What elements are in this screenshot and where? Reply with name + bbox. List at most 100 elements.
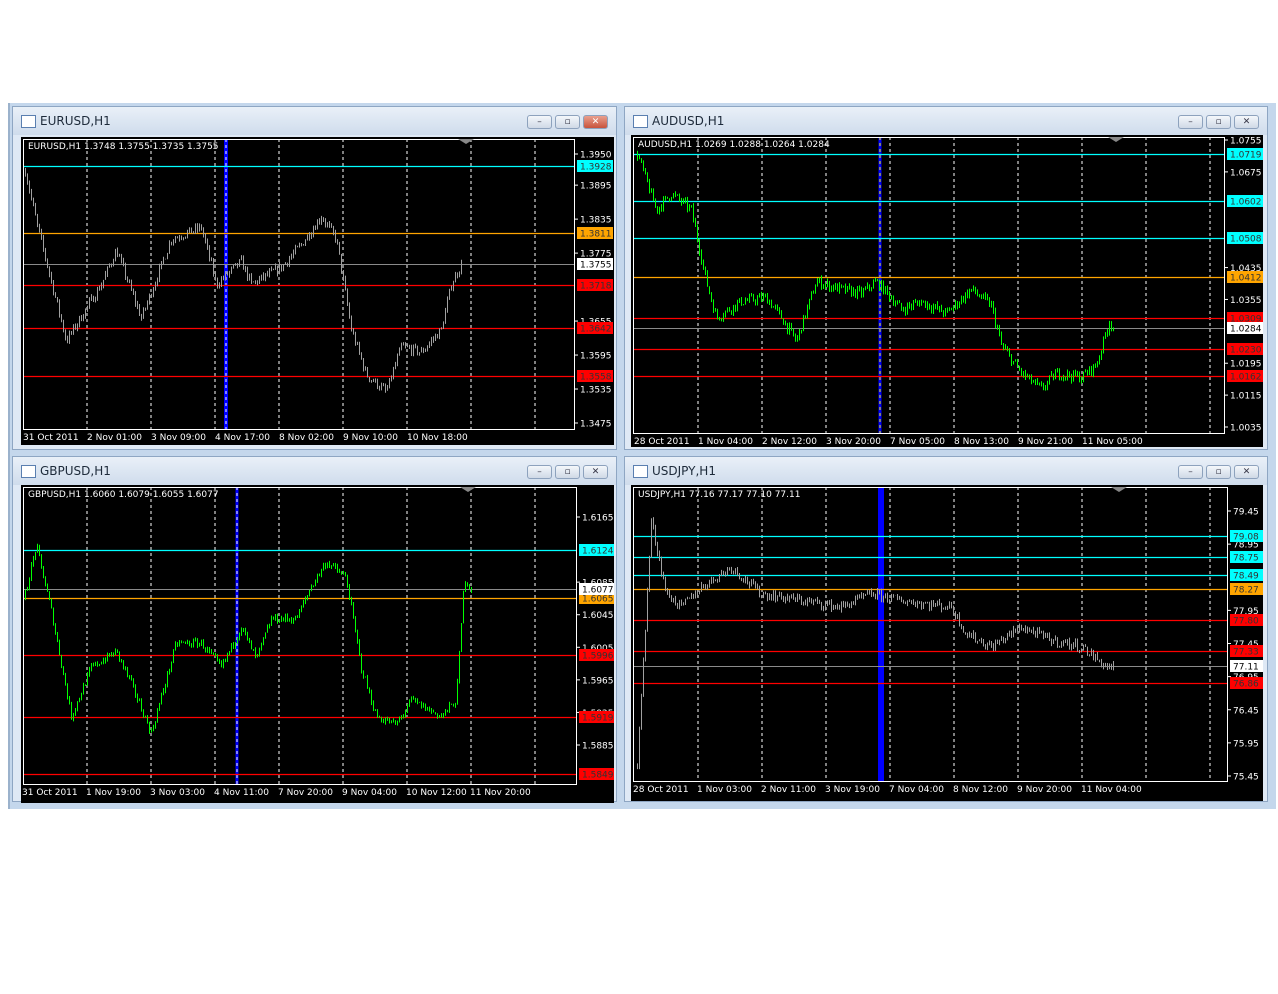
ohlc-info-label: USDJPY,H1 77.16 77.17 77.10 77.11 <box>638 490 800 500</box>
time-axis-label: 28 Oct 2011 <box>633 785 689 795</box>
chart-window-eurusd[interactable]: EURUSD,H1 – ▫ ✕ EURUSD,H1 1.3748 1.3755 1… <box>12 106 617 450</box>
level-price-tag: 77.33 <box>1233 648 1259 658</box>
time-axis-label: 3 Nov 19:00 <box>825 785 880 795</box>
window-title: USDJPY,H1 <box>652 464 716 478</box>
level-price-tag: 1.0602 <box>1230 198 1262 208</box>
chart-window-gbpusd[interactable]: GBPUSD,H1 – ▫ ✕ GBPUSD,H1 1.6060 1.6079 1… <box>12 456 617 803</box>
title-bar[interactable]: GBPUSD,H1 – ▫ ✕ <box>13 457 616 485</box>
time-axis-label: 11 Nov 04:00 <box>1081 785 1142 795</box>
chart-window-icon <box>21 115 36 128</box>
plot-border <box>633 487 1228 782</box>
chart-area[interactable]: AUDUSD,H1 1.0269 1.0288 1.0264 1.0284 1.0… <box>631 135 1263 447</box>
price-tick-label: 1.3535 <box>580 386 612 396</box>
time-axis-label: 9 Nov 20:00 <box>1017 785 1072 795</box>
level-price-tag: 1.5996 <box>582 652 614 662</box>
title-bar[interactable]: AUDUSD,H1 – ▫ ✕ <box>625 107 1267 135</box>
time-axis-label: 28 Oct 2011 <box>634 437 690 447</box>
time-axis-label: 11 Nov 05:00 <box>1082 437 1143 447</box>
time-axis-label: 2 Nov 11:00 <box>761 785 816 795</box>
time-axis-label: 7 Nov 05:00 <box>890 437 945 447</box>
price-tick-label: 1.3895 <box>580 182 612 192</box>
chart-shift-marker <box>460 487 476 492</box>
plot-border <box>633 137 1225 434</box>
time-axis-label: 1 Nov 03:00 <box>697 785 752 795</box>
price-tick-label: 1.0035 <box>1230 424 1262 434</box>
minimize-button[interactable]: – <box>1178 465 1203 479</box>
price-chart: GBPUSD,H1 1.6060 1.6079 1.6055 1.6077 1.6… <box>22 487 614 798</box>
level-price-tag: 1.0162 <box>1230 373 1262 383</box>
time-axis-label: 8 Nov 12:00 <box>953 785 1008 795</box>
time-axis-label: 1 Nov 19:00 <box>86 788 141 798</box>
price-tick-label: 1.0675 <box>1230 168 1262 178</box>
chart-window-usdjpy[interactable]: USDJPY,H1 – ▫ ✕ USDJPY,H1 77.16 77.17 77.… <box>624 456 1268 802</box>
chart-area[interactable]: USDJPY,H1 77.16 77.17 77.10 77.11 79.45 78… <box>631 485 1263 801</box>
time-axis-label: 11 Nov 20:00 <box>470 788 531 798</box>
time-axis-label: 3 Nov 20:00 <box>826 437 881 447</box>
window-title: EURUSD,H1 <box>40 114 111 128</box>
restore-button[interactable]: ▫ <box>555 115 580 129</box>
current-price-tag: 1.6077 <box>582 586 614 596</box>
chart-window-icon <box>633 115 648 128</box>
restore-button[interactable]: ▫ <box>1206 465 1231 479</box>
time-axis-label: 10 Nov 18:00 <box>407 433 468 443</box>
chart-window-audusd[interactable]: AUDUSD,H1 – ▫ ✕ AUDUSD,H1 1.0269 1.0288 1… <box>624 106 1268 450</box>
time-axis-label: 31 Oct 2011 <box>23 433 79 443</box>
close-button[interactable]: ✕ <box>1234 115 1259 129</box>
level-price-tag: 1.3642 <box>580 325 612 335</box>
title-bar[interactable]: EURUSD,H1 – ▫ ✕ <box>13 107 616 135</box>
level-price-tag: 1.5919 <box>582 714 614 724</box>
close-button[interactable]: ✕ <box>583 115 608 129</box>
chart-window-icon <box>21 465 36 478</box>
window-title: AUDUSD,H1 <box>652 114 725 128</box>
time-axis-label: 2 Nov 12:00 <box>762 437 817 447</box>
plot-border <box>23 487 577 785</box>
close-button[interactable]: ✕ <box>1234 465 1259 479</box>
time-axis-label: 9 Nov 21:00 <box>1018 437 1073 447</box>
level-price-tag: 1.0412 <box>1230 274 1262 284</box>
price-tick-label: 1.0755 <box>1230 137 1262 147</box>
current-price-tag: 1.3755 <box>580 261 612 271</box>
minimize-button[interactable]: – <box>1178 115 1203 129</box>
price-chart: USDJPY,H1 77.16 77.17 77.10 77.11 79.45 78… <box>633 487 1263 795</box>
restore-button[interactable]: ▫ <box>555 465 580 479</box>
time-axis-label: 9 Nov 04:00 <box>342 788 397 798</box>
time-axis-label: 2 Nov 01:00 <box>87 433 142 443</box>
price-tick-label: 1.6165 <box>582 514 614 524</box>
current-price-tag: 77.11 <box>1233 663 1259 673</box>
price-tick-label: 1.3835 <box>580 216 612 226</box>
current-price-tag: 1.0284 <box>1230 325 1262 335</box>
price-tick-label: 79.45 <box>1233 508 1259 518</box>
level-price-tag: 1.3558 <box>580 373 612 383</box>
time-axis-label: 31 Oct 2011 <box>22 788 78 798</box>
restore-button[interactable]: ▫ <box>1206 115 1231 129</box>
close-button[interactable]: ✕ <box>583 465 608 479</box>
level-price-tag: 79.08 <box>1233 533 1259 543</box>
level-price-tag: 1.3928 <box>580 163 612 173</box>
plot-border <box>23 139 575 430</box>
time-axis-label: 7 Nov 04:00 <box>889 785 944 795</box>
price-tick-label: 75.45 <box>1233 773 1259 783</box>
time-axis-label: 3 Nov 03:00 <box>150 788 205 798</box>
price-chart: EURUSD,H1 1.3748 1.3755 1.3735 1.3755 1.3… <box>23 139 613 443</box>
ohlc-info-label: GBPUSD,H1 1.6060 1.6079 1.6055 1.6077 <box>28 490 219 500</box>
time-axis-label: 1 Nov 04:00 <box>698 437 753 447</box>
price-tick-label: 1.6045 <box>582 611 614 621</box>
price-tick-label: 76.45 <box>1233 706 1259 716</box>
price-tick-label: 1.3475 <box>580 420 612 430</box>
level-price-tag: 1.5849 <box>582 771 614 781</box>
level-price-tag: 77.80 <box>1233 617 1259 627</box>
chart-area[interactable]: EURUSD,H1 1.3748 1.3755 1.3735 1.3755 1.3… <box>21 137 614 445</box>
time-axis-label: 4 Nov 17:00 <box>215 433 270 443</box>
minimize-button[interactable]: – <box>527 465 552 479</box>
time-axis-label: 9 Nov 10:00 <box>343 433 398 443</box>
level-price-tag: 78.49 <box>1233 572 1259 582</box>
minimize-button[interactable]: – <box>527 115 552 129</box>
chart-area[interactable]: GBPUSD,H1 1.6060 1.6079 1.6055 1.6077 1.6… <box>21 485 614 803</box>
time-axis-label: 8 Nov 02:00 <box>279 433 334 443</box>
price-tick-label: 1.5965 <box>582 676 614 686</box>
price-tick-label: 75.95 <box>1233 739 1259 749</box>
period-separator-line[interactable] <box>878 487 884 781</box>
title-bar[interactable]: USDJPY,H1 – ▫ ✕ <box>625 457 1267 485</box>
chart-shift-marker <box>1111 487 1127 492</box>
level-price-tag: 1.6065 <box>582 595 614 605</box>
